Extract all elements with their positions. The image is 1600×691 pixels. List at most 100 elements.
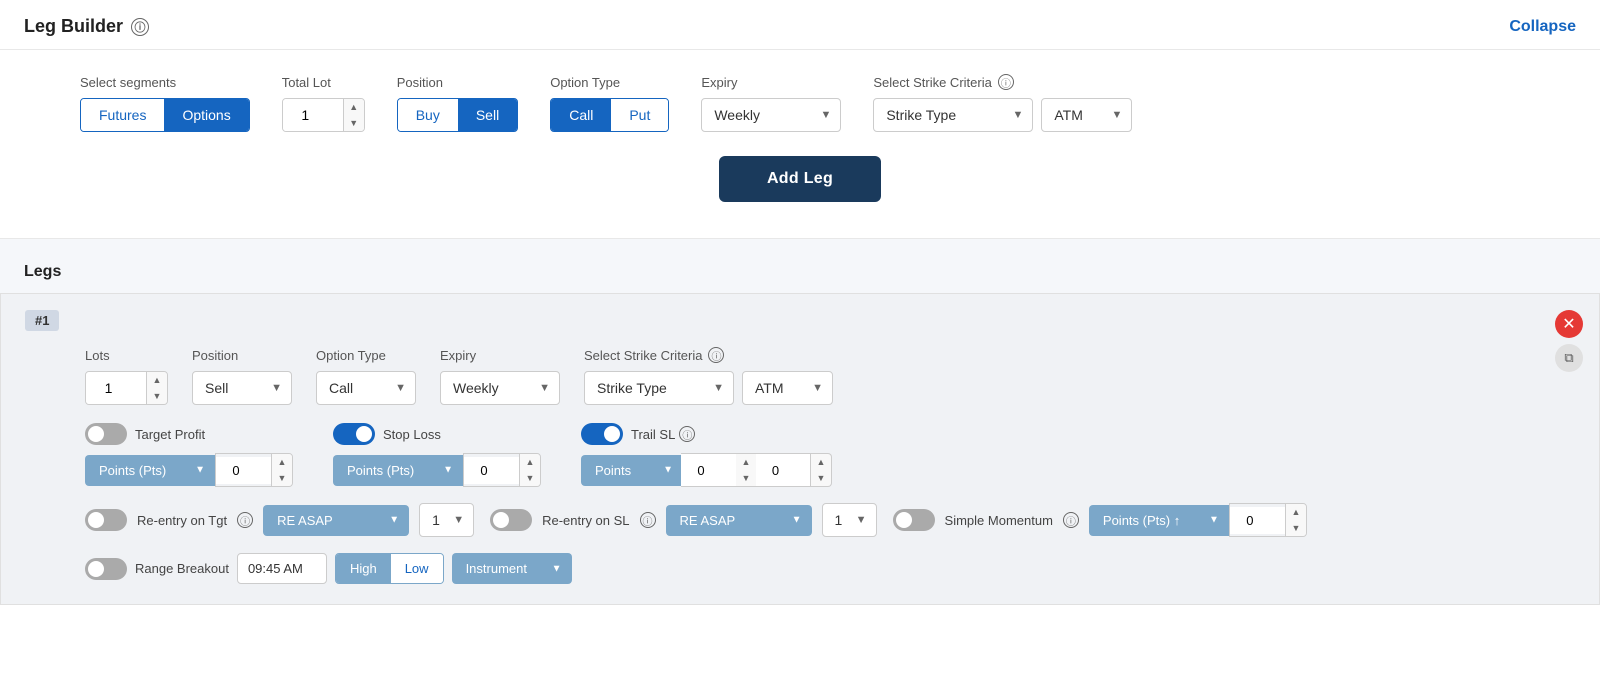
leg-1-instrument-select[interactable]: Instrument Nifty BankNifty xyxy=(452,553,572,584)
leg-1-target-profit-input[interactable] xyxy=(216,457,271,484)
atm-select[interactable]: ATM ATM+1 ATM-1 xyxy=(1041,98,1132,132)
leg-1-position-label: Position xyxy=(192,348,292,363)
strike-criteria-selects: Strike Type ▼ ATM ATM+1 ATM-1 ▼ xyxy=(873,98,1132,132)
expiry-label: Expiry xyxy=(701,75,841,90)
leg-1-simple-momentum-info-icon[interactable]: ⓘ xyxy=(1063,512,1079,528)
leg-1-instrument-wrap: Instrument Nifty BankNifty ▼ xyxy=(452,553,572,584)
leg-1-target-profit-toggle[interactable] xyxy=(85,423,127,445)
leg-1-option-type-wrap: Call Put ▼ xyxy=(316,371,416,405)
leg-1-stop-loss-pts-select[interactable]: Points (Pts) % xyxy=(333,455,463,486)
leg-1-lots-up[interactable]: ▲ xyxy=(147,372,167,388)
leg-1-position-select[interactable]: Sell Buy xyxy=(192,371,292,405)
strike-type-select-wrap: Strike Type ▼ xyxy=(873,98,1033,132)
leg-1-reentry-tgt-toggle[interactable] xyxy=(85,509,127,531)
leg-1-reentry-sl-toggle[interactable] xyxy=(490,509,532,531)
leg-1-expiry-label: Expiry xyxy=(440,348,560,363)
leg-1-momentum-down[interactable]: ▼ xyxy=(1286,520,1306,536)
position-buy-button[interactable]: Buy xyxy=(398,99,458,131)
builder-section: Select segments Futures Options Total Lo… xyxy=(0,50,1600,239)
strike-type-select[interactable]: Strike Type xyxy=(873,98,1033,132)
leg-1-reentry-sl-label: Re-entry on SL xyxy=(542,513,629,528)
segment-toggle: Futures Options xyxy=(80,98,250,132)
strike-criteria-info-icon[interactable]: ⓘ xyxy=(998,74,1014,90)
leg-1-trail-sl-info-icon[interactable]: ⓘ xyxy=(679,426,695,442)
leg-1-trail-pts-wrap: Points % ▼ xyxy=(581,455,681,486)
leg-1-trail-sl-toggle-wrap: Trail SL ⓘ xyxy=(581,423,832,445)
leg-1-reasap-tgt-select[interactable]: RE ASAP RE at Entry Price RE at Close xyxy=(263,505,409,536)
leg-1-target-profit-pts-select[interactable]: Points (Pts) % xyxy=(85,455,215,486)
leg-1-reentry-sl-count-select[interactable]: 1 2 3 xyxy=(822,503,877,537)
option-type-field: Option Type Call Put xyxy=(550,75,669,132)
leg-item-1: #1 Lots ▲ ▼ Position xyxy=(0,293,1600,605)
leg-1-range-breakout-toggle[interactable] xyxy=(85,558,127,580)
segment-options-button[interactable]: Options xyxy=(164,99,248,131)
option-type-call-button[interactable]: Call xyxy=(551,99,611,131)
leg-1-trail-pts-select[interactable]: Points % xyxy=(581,455,681,486)
leg-1-momentum-input[interactable] xyxy=(1230,507,1285,534)
leg-1-trail-2-down[interactable]: ▼ xyxy=(811,470,831,486)
option-type-put-button[interactable]: Put xyxy=(611,99,668,131)
expiry-select[interactable]: Weekly Monthly Next Weekly xyxy=(701,98,841,132)
leg-1-trail-2-up[interactable]: ▲ xyxy=(811,454,831,470)
leg-1-simple-momentum-toggle[interactable] xyxy=(893,509,935,531)
leg-1-close-button[interactable]: ✕ xyxy=(1555,310,1583,338)
leg-1-reentry-tgt-count-select[interactable]: 1 2 3 xyxy=(419,503,474,537)
leg-1-trail-1-down[interactable]: ▼ xyxy=(736,470,756,486)
builder-row: Select segments Futures Options Total Lo… xyxy=(80,74,1520,132)
leg-1-momentum-pts-select[interactable]: Points (Pts) ↑ Points (Pts) ↓ % xyxy=(1089,505,1229,536)
leg-1-stop-loss-toggle[interactable] xyxy=(333,423,375,445)
strike-criteria-label: Select Strike Criteria xyxy=(873,75,991,90)
leg-1-strike-criteria-label: Select Strike Criteria xyxy=(584,348,702,363)
leg-1-trail-input-2[interactable] xyxy=(756,453,811,487)
total-lot-up[interactable]: ▲ xyxy=(344,99,364,115)
leg-1-option-type-select[interactable]: Call Put xyxy=(316,371,416,405)
leg-1-lots-input[interactable] xyxy=(86,372,146,404)
leg-1-option-type-label: Option Type xyxy=(316,348,416,363)
leg-1-stop-loss-up[interactable]: ▲ xyxy=(520,454,540,470)
leg-1-simple-momentum-label: Simple Momentum xyxy=(945,513,1053,528)
leg-1-stop-loss-down[interactable]: ▼ xyxy=(520,470,540,486)
add-leg-button[interactable]: Add Leg xyxy=(719,156,881,202)
expiry-select-wrap: Weekly Monthly Next Weekly ▼ xyxy=(701,98,841,132)
leg-1-low-button[interactable]: Low xyxy=(391,554,443,583)
leg-1-trail-1-up[interactable]: ▲ xyxy=(736,454,756,470)
leg-1-strike-info-icon[interactable]: ⓘ xyxy=(708,347,724,363)
leg-1-range-time-input[interactable] xyxy=(237,553,327,584)
leg-1-trail-group: Points % ▼ ▲ ▼ xyxy=(581,453,832,487)
header-info-icon[interactable]: ⓘ xyxy=(131,18,149,36)
leg-1-target-profit-spinner: ▲ ▼ xyxy=(271,454,292,486)
leg-1-reentry-sl-group: Re-entry on SL ⓘ RE ASAP RE at Entry Pri… xyxy=(490,503,876,537)
leg-1-target-profit-up[interactable]: ▲ xyxy=(272,454,292,470)
leg-1-trail-sl-label: Trail SL xyxy=(631,427,675,442)
leg-1-trail-sl-toggle[interactable] xyxy=(581,423,623,445)
leg-1-momentum-up[interactable]: ▲ xyxy=(1286,504,1306,520)
leg-1-stop-loss-input-wrap: ▲ ▼ xyxy=(463,453,541,487)
leg-1-reasap-sl-wrap: RE ASAP RE at Entry Price RE at Close ▼ xyxy=(666,505,812,536)
leg-1-momentum-input-wrap: ▲ ▼ xyxy=(1229,503,1307,537)
option-type-toggle: Call Put xyxy=(550,98,669,132)
leg-1-trail-input-1[interactable] xyxy=(681,453,736,487)
leg-1-target-profit-down[interactable]: ▼ xyxy=(272,470,292,486)
leg-1-lots-down[interactable]: ▼ xyxy=(147,388,167,404)
leg-1-controls: Lots ▲ ▼ Position Sell xyxy=(25,347,1575,405)
collapse-button[interactable]: Collapse xyxy=(1509,18,1576,36)
leg-1-reentry-sl-info-icon[interactable]: ⓘ xyxy=(640,512,656,528)
leg-1-reentry-tgt-info-icon[interactable]: ⓘ xyxy=(237,512,253,528)
header: Leg Builder ⓘ Collapse xyxy=(0,0,1600,50)
leg-1-actions: ✕ ⧉ xyxy=(1555,310,1583,372)
total-lot-input[interactable] xyxy=(283,99,343,131)
leg-1-atm-select[interactable]: ATM ATM+1 xyxy=(742,371,833,405)
leg-1-position-field: Position Sell Buy ▼ xyxy=(192,348,292,405)
leg-1-high-button[interactable]: High xyxy=(336,554,391,583)
leg-1-copy-button[interactable]: ⧉ xyxy=(1555,344,1583,372)
leg-1-target-profit-label: Target Profit xyxy=(135,427,205,442)
leg-1-stop-loss-input[interactable] xyxy=(464,457,519,484)
leg-1-strike-type-select[interactable]: Strike Type xyxy=(584,371,734,405)
segment-futures-button[interactable]: Futures xyxy=(81,99,164,131)
leg-1-lots-spinner: ▲ ▼ xyxy=(146,372,167,404)
leg-1-expiry-select[interactable]: Weekly Monthly xyxy=(440,371,560,405)
position-sell-button[interactable]: Sell xyxy=(458,99,517,131)
leg-1-reasap-sl-select[interactable]: RE ASAP RE at Entry Price RE at Close xyxy=(666,505,812,536)
total-lot-down[interactable]: ▼ xyxy=(344,115,364,131)
leg-1-reentry-sl-count-wrap: 1 2 3 ▼ xyxy=(822,503,877,537)
